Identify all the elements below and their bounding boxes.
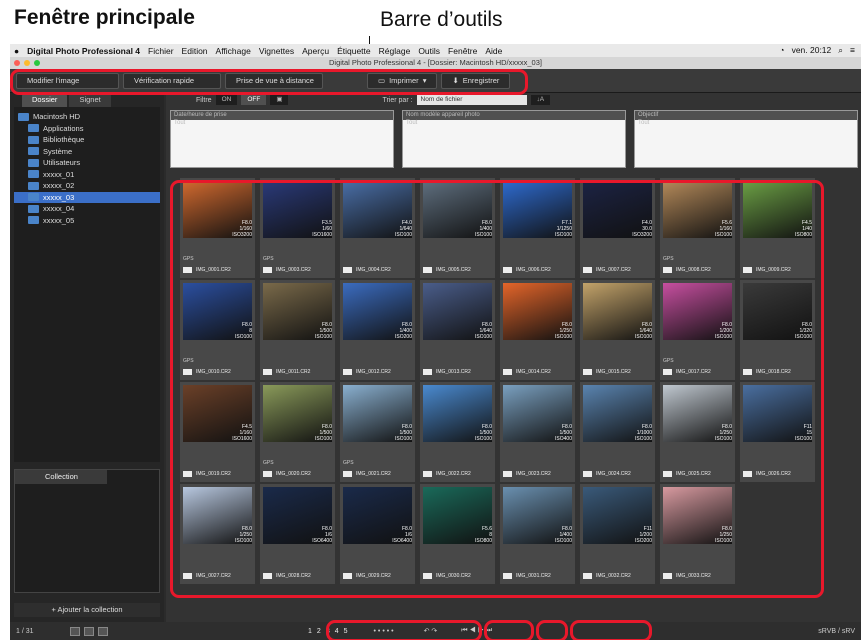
image-count: 1 / 31 — [16, 627, 34, 635]
tree-item[interactable]: xxxxx_03 — [14, 191, 160, 203]
menu-item[interactable]: Affichage — [216, 46, 251, 56]
tree-item[interactable]: xxxxx_05 — [14, 215, 160, 227]
page-heading: Fenêtre principale — [14, 6, 195, 29]
sort-select[interactable]: Nom de fichier — [416, 95, 527, 105]
window-title: Digital Photo Professional 4 - [Dossier:… — [328, 58, 542, 67]
folder-icon — [28, 181, 39, 190]
tree-item[interactable]: Applications — [14, 123, 160, 135]
menu-item[interactable]: Aperçu — [302, 46, 329, 56]
collection-panel: Collection — [14, 469, 160, 593]
tree-item[interactable]: xxxxx_04 — [14, 203, 160, 215]
sort-label: Trier par : — [382, 96, 413, 104]
folder-icon — [28, 170, 39, 179]
folder-icon — [28, 147, 39, 156]
filter-bar: Filtre ON OFF ▣ Trier par : Nom de fichi… — [166, 93, 861, 107]
folder-icon — [28, 216, 39, 225]
sort-direction-icon[interactable]: ↓A — [530, 95, 551, 105]
folder-icon — [28, 135, 39, 144]
tree-item-label: Système — [43, 146, 73, 156]
menu-app-name[interactable]: Digital Photo Professional 4 — [27, 46, 140, 56]
close-window-button[interactable] — [14, 60, 20, 66]
colorspace-label: sRVB / sRV — [818, 627, 855, 635]
meta-column-value: Tout — [406, 120, 418, 126]
filter-off-toggle[interactable]: OFF — [241, 95, 267, 105]
menu-item[interactable]: Outils — [418, 46, 440, 56]
menu-item[interactable]: Réglage — [379, 46, 411, 56]
collection-tab[interactable]: Collection — [15, 470, 107, 484]
list-view-icon[interactable] — [84, 626, 94, 636]
folder-icon — [28, 124, 39, 133]
tree-item-label: xxxxx_03 — [43, 192, 75, 202]
folder-icon — [28, 158, 39, 167]
wifi-icon[interactable]: ◔ — [779, 45, 784, 56]
tree-item-label: xxxxx_05 — [43, 215, 75, 225]
zoom-window-button[interactable] — [34, 60, 40, 66]
grid-view-icon[interactable] — [70, 626, 80, 636]
add-collection-label: Ajouter la collection — [57, 605, 123, 614]
apple-icon[interactable]: ● — [14, 46, 19, 56]
minimize-window-button[interactable] — [24, 60, 30, 66]
tree-item-label: xxxxx_02 — [43, 181, 75, 190]
meta-column-head: Nom modèle appareil photo — [403, 111, 625, 120]
folder-icon — [18, 112, 29, 121]
menu-item[interactable]: Étiquette — [337, 46, 371, 56]
tab-folder[interactable]: Dossier — [22, 93, 68, 107]
left-panel: Dossier Signet Macintosh HD Applications B… — [10, 93, 164, 622]
menu-item[interactable]: Vignettes — [259, 46, 294, 56]
meta-column[interactable]: Objectif Tout — [634, 110, 858, 168]
menu-item[interactable]: Fichier — [148, 46, 174, 56]
menu-bar: ● Digital Photo Professional 4 Fichier E… — [10, 44, 861, 57]
tree-item-label: xxxxx_01 — [43, 169, 75, 179]
rating-highlight — [326, 620, 482, 640]
preview-view-icon[interactable] — [98, 626, 108, 636]
meta-column[interactable]: Nom modèle appareil photo Tout — [402, 110, 626, 168]
app-window: ● Digital Photo Professional 4 Fichier E… — [10, 44, 861, 640]
tree-item[interactable]: xxxxx_02 — [14, 180, 160, 192]
folder-tree: Macintosh HD Applications Bibliothèque Syst… — [14, 107, 160, 462]
menu-item[interactable]: Edition — [182, 46, 208, 56]
tree-item-label: Bibliothèque — [43, 135, 85, 144]
menu-item[interactable]: Aide — [485, 46, 502, 56]
filter-options-icon[interactable]: ▣ — [270, 95, 289, 105]
meta-column-value: Tout — [174, 120, 186, 126]
tree-item-label: xxxxx_04 — [43, 204, 75, 213]
rotate-highlight — [536, 620, 568, 640]
title-bar: Digital Photo Professional 4 - [Dossier:… — [10, 57, 861, 69]
add-collection-button[interactable]: + Ajouter la collection — [14, 603, 160, 617]
filter-label: Filtre — [196, 96, 212, 104]
menu-item[interactable]: Fenêtre — [448, 46, 477, 56]
metadata-columns: Date/heure de prise Tout Nom modèle appar… — [170, 110, 858, 168]
tree-item[interactable]: xxxxx_01 — [14, 169, 160, 181]
meta-column[interactable]: Date/heure de prise Tout — [170, 110, 394, 168]
tab-bookmark[interactable]: Signet — [69, 93, 111, 107]
tree-item-label: Macintosh HD — [33, 112, 81, 121]
folder-icon — [28, 204, 39, 213]
grid-highlight — [170, 180, 824, 598]
nav-highlight — [570, 620, 652, 640]
toolbar-highlight — [10, 69, 528, 95]
tree-item-label: Applications — [43, 123, 84, 133]
tree-item-label: Utilisateurs — [43, 158, 81, 167]
meta-column-head: Objectif — [635, 111, 857, 120]
tree-item[interactable]: Macintosh HD — [14, 111, 160, 123]
clock[interactable]: ven. 20:12 — [792, 45, 832, 56]
label-highlight — [484, 620, 534, 640]
tree-item[interactable]: Bibliothèque — [14, 134, 160, 146]
folder-icon — [28, 193, 39, 202]
search-icon[interactable]: ⌕ — [838, 45, 843, 56]
meta-column-head: Date/heure de prise — [171, 111, 393, 120]
toolbar-callout: Barre d’outils — [380, 8, 503, 31]
tree-item[interactable]: Système — [14, 146, 160, 158]
rating-1[interactable]: 1 — [308, 628, 312, 635]
menu-list-icon[interactable]: ≡ — [850, 45, 855, 56]
filter-on-toggle[interactable]: ON — [215, 95, 238, 105]
tree-item[interactable]: Utilisateurs — [14, 157, 160, 169]
rating-2[interactable]: 2 — [317, 628, 321, 635]
meta-column-value: Tout — [638, 120, 650, 126]
